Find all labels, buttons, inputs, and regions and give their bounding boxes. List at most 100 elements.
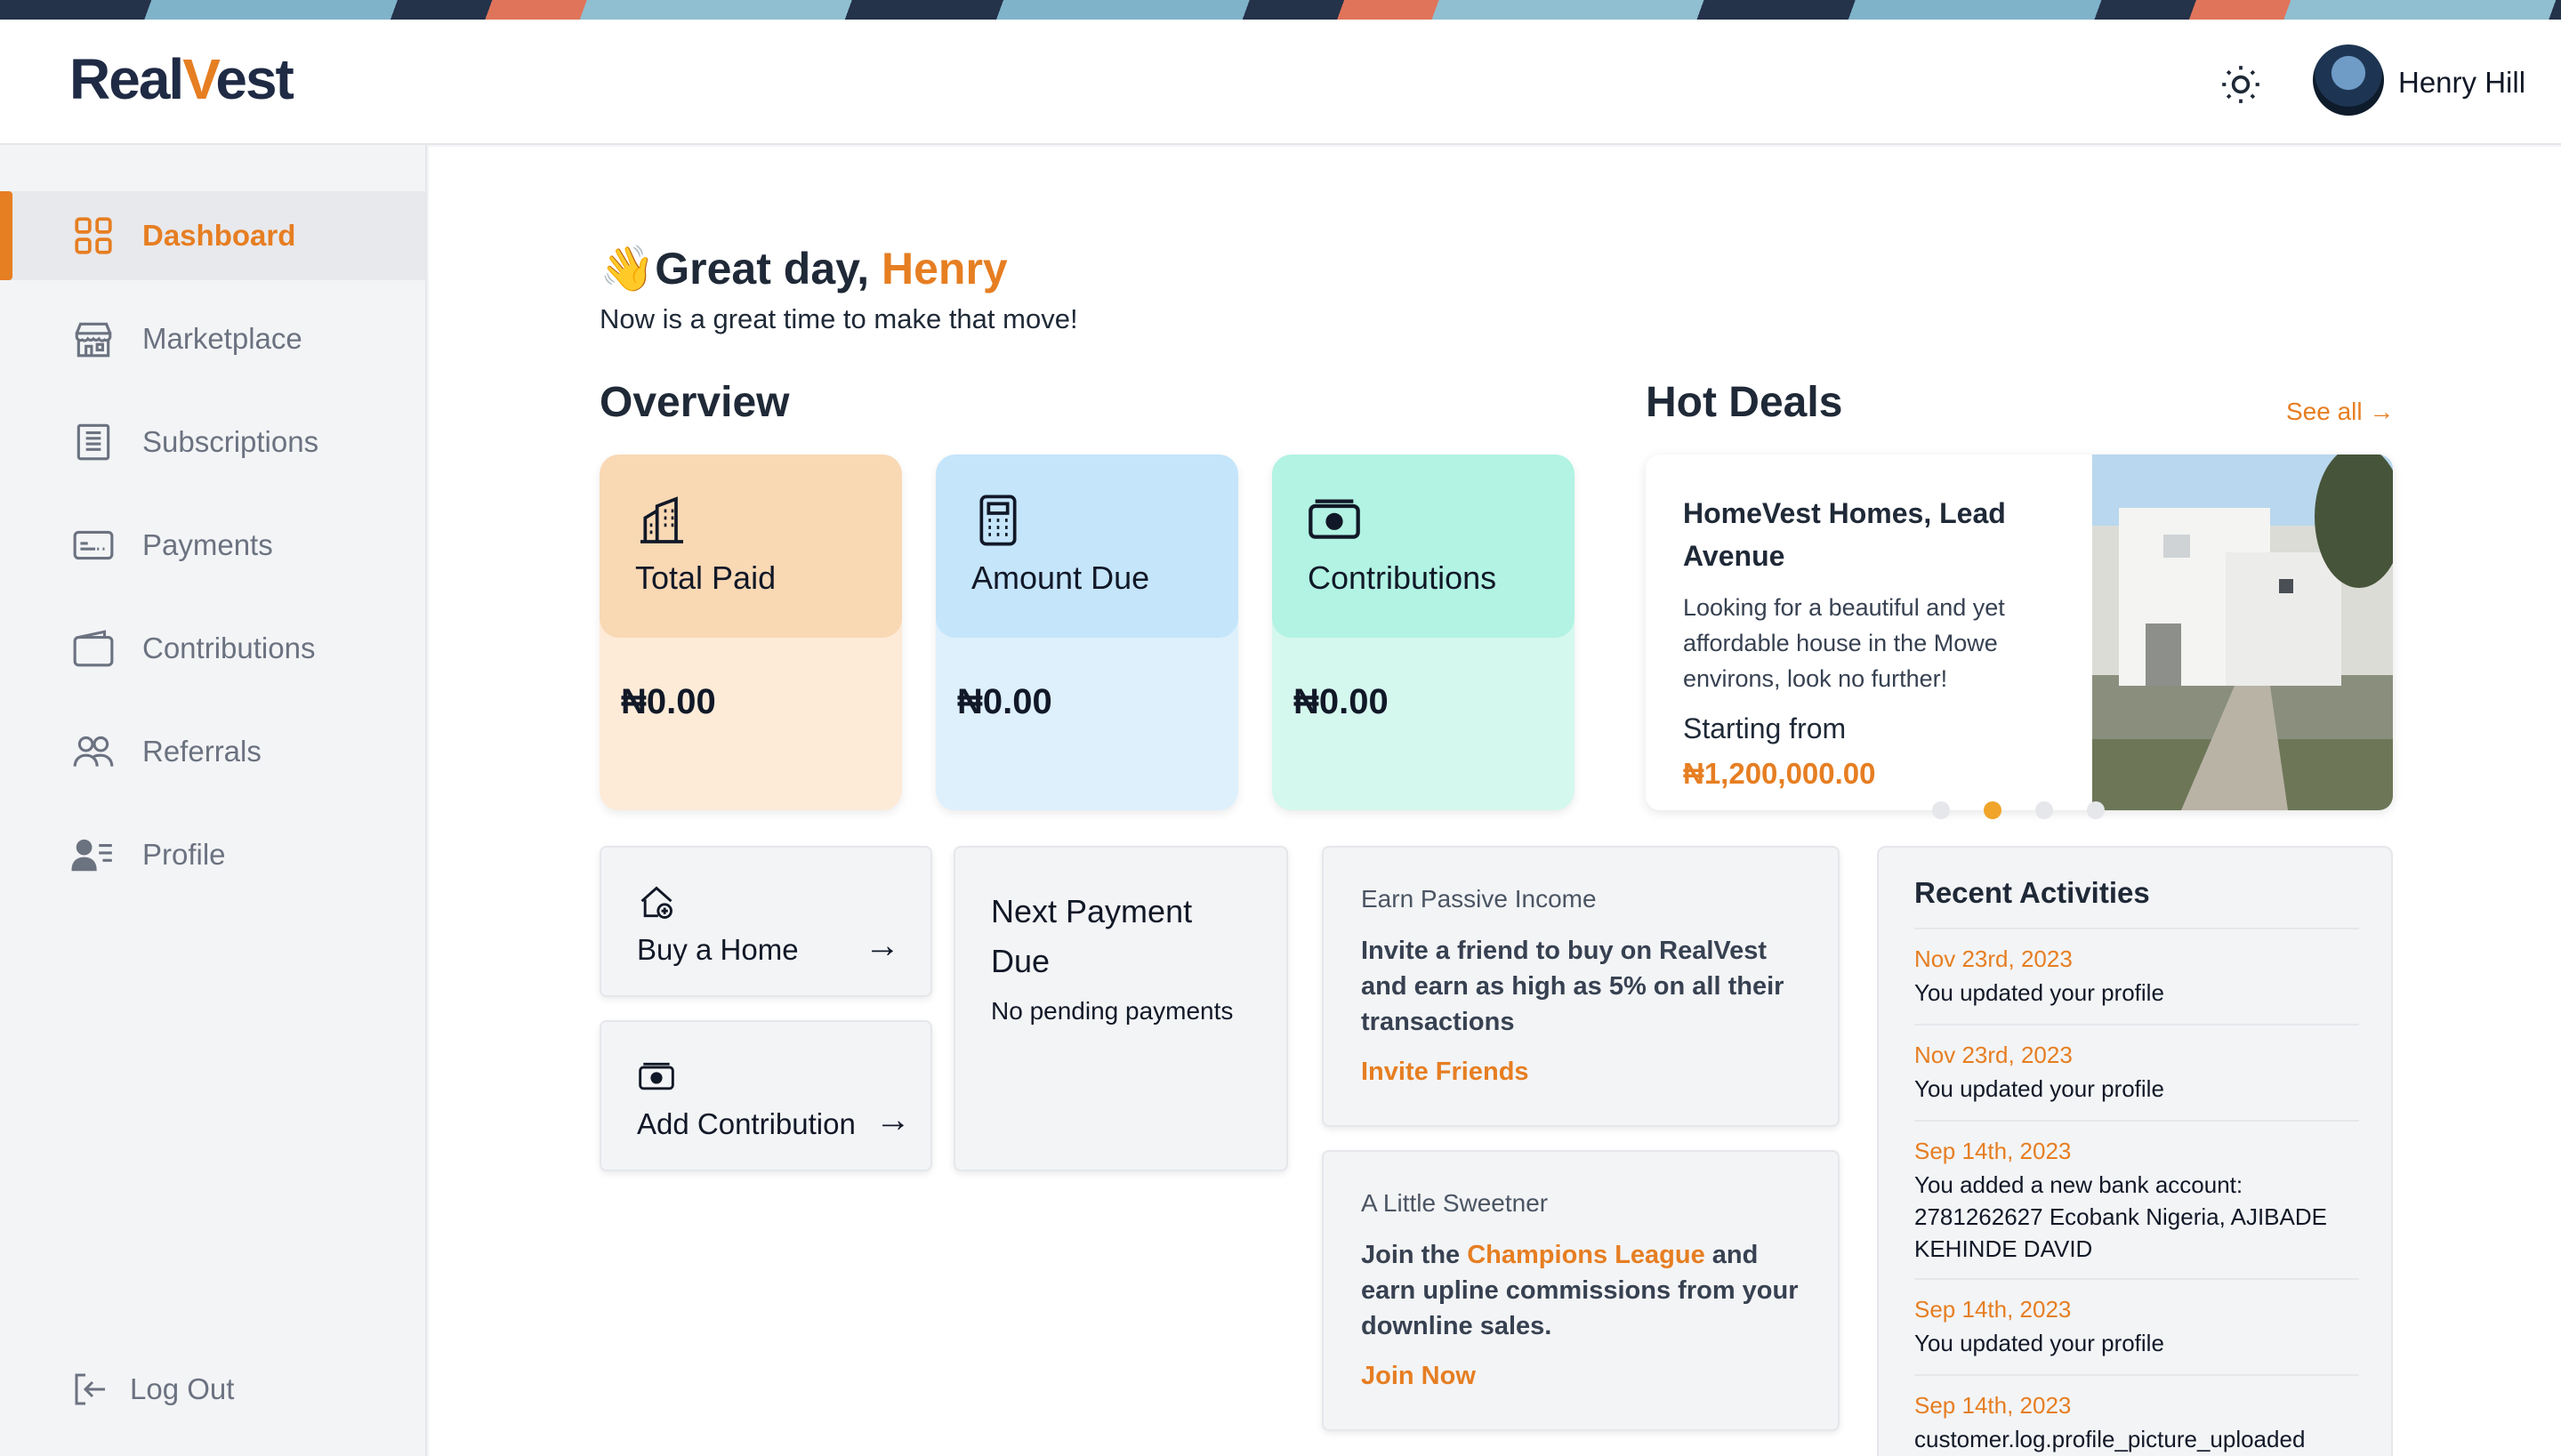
cash-icon <box>639 1062 674 1090</box>
recent-activities-title: Recent Activities <box>1914 876 2150 909</box>
main-content: 👋Great day, Henry Now is a great time to… <box>429 147 2561 1456</box>
sidebar-item-subscriptions[interactable]: Subscriptions <box>0 398 425 487</box>
waving-hand-icon: 👋 <box>600 244 656 294</box>
card-label: Total Paid <box>635 559 777 596</box>
sidebar-item-label: Contributions <box>142 631 316 664</box>
logout-label: Log Out <box>130 1372 235 1405</box>
carousel-dots <box>1932 801 2105 819</box>
house-illustration <box>2119 454 2393 810</box>
overview-title: Overview <box>600 379 790 426</box>
activity-date: Sep 14th, 2023 <box>1914 1392 2072 1419</box>
users-icon <box>73 736 114 767</box>
sidebar-item-payments[interactable]: Payments <box>0 501 425 590</box>
card-header: Amount Due <box>936 454 1238 638</box>
sidebar-item-label: Profile <box>142 838 226 871</box>
next-payment-card: Next Payment Due No pending payments <box>954 846 1288 1171</box>
activity-message: customer.log.profile_picture_uploaded <box>1914 1426 2306 1452</box>
sidebar-item-label: Referrals <box>142 735 262 768</box>
card-label: Amount Due <box>971 559 1150 596</box>
sidebar-item-label: Subscriptions <box>142 425 319 458</box>
sweetener-label: A Little Sweetner <box>1361 1189 1549 1217</box>
logout-icon <box>75 1373 105 1405</box>
sidebar-item-referrals[interactable]: Referrals <box>0 707 425 796</box>
hot-deals-title: Hot Deals <box>1646 379 1843 426</box>
deal-title: HomeVest Homes, Lead Avenue <box>1683 497 2006 572</box>
sidebar-item-label: Dashboard <box>142 219 296 252</box>
profile-card-icon <box>71 839 112 872</box>
recent-activities-panel: Recent Activities Nov 23rd, 2023 You upd… <box>1877 846 2393 1456</box>
greeting-name: Henry <box>882 244 1008 294</box>
arrow-right-icon: → <box>875 1100 911 1139</box>
add-contribution-button[interactable]: Add Contribution → <box>600 1020 932 1171</box>
carousel-dot[interactable] <box>2035 801 2053 819</box>
activity-message: You updated your profile <box>1914 1075 2164 1102</box>
activity-item: Sep 14th, 2023 You updated your profile <box>1914 1278 2359 1359</box>
earn-income-card: Earn Passive Income Invite a friend to b… <box>1322 846 1840 1127</box>
activity-item: Nov 23rd, 2023 You updated your profile <box>1914 1024 2359 1105</box>
user-avatar[interactable] <box>2313 44 2384 116</box>
hot-deal-card[interactable]: HomeVest Homes, Lead Avenue Looking for … <box>1646 454 2393 810</box>
champions-league-highlight: Champions League <box>1467 1241 1705 1269</box>
logout-button[interactable]: Log Out <box>69 1368 234 1411</box>
buy-home-button[interactable]: Buy a Home → <box>600 846 932 997</box>
deal-starting-label: Starting from <box>1683 712 1847 744</box>
theme-toggle-sun-icon[interactable] <box>2219 62 2263 107</box>
activity-message: You updated your profile <box>1914 1330 2164 1356</box>
sidebar-item-marketplace[interactable]: Marketplace <box>0 294 425 383</box>
earn-body: Invite a friend to buy on RealVest and e… <box>1361 937 1784 1036</box>
wallet-icon <box>73 630 114 667</box>
total-paid-card[interactable]: Total Paid ₦0.00 <box>600 454 902 810</box>
top-bar: RealVest Henry Hill <box>0 20 2561 145</box>
top-decorative-stripe <box>0 0 2561 20</box>
sidebar-item-profile[interactable]: Profile <box>0 810 425 899</box>
sidebar-item-contributions[interactable]: Contributions <box>0 604 425 693</box>
sweetener-card: A Little Sweetner Join the Champions Lea… <box>1322 1150 1840 1431</box>
amount-due-card[interactable]: Amount Due ₦0.00 <box>936 454 1238 810</box>
carousel-dot-active[interactable] <box>1984 801 2001 819</box>
activity-message: You updated your profile <box>1914 979 2164 1006</box>
dashboard-grid-icon <box>75 217 112 254</box>
sidebar: Dashboard Marketplace Subscriptions Paym… <box>0 145 427 1456</box>
realvest-logo[interactable]: RealVest <box>69 46 294 112</box>
carousel-dot[interactable] <box>1932 801 1950 819</box>
activity-item: Nov 23rd, 2023 You updated your profile <box>1914 928 2359 1009</box>
arrow-right-icon: → <box>865 926 900 965</box>
receipt-icon <box>77 423 110 461</box>
card-amount: ₦0.00 <box>957 682 1052 721</box>
add-contribution-label: Add Contribution <box>637 1107 856 1140</box>
home-add-icon <box>640 886 672 919</box>
carousel-dot[interactable] <box>2087 801 2105 819</box>
contributions-card[interactable]: Contributions ₦0.00 <box>1272 454 1574 810</box>
join-now-link[interactable]: Join Now <box>1361 1362 1476 1391</box>
calculator-icon <box>979 495 1017 546</box>
card-label: Contributions <box>1308 559 1497 596</box>
buy-home-label: Buy a Home <box>637 933 799 966</box>
activity-date: Nov 23rd, 2023 <box>1914 945 2073 972</box>
payment-card-icon <box>73 530 114 560</box>
activity-date: Sep 14th, 2023 <box>1914 1138 2072 1164</box>
activity-message: You added a new bank account: 2781262627… <box>1914 1171 2327 1262</box>
see-all-link[interactable]: See all → <box>2286 398 2394 426</box>
greeting-heading: 👋Great day, Henry <box>600 244 1008 294</box>
card-header: Contributions <box>1272 454 1574 638</box>
earn-label: Earn Passive Income <box>1361 885 1597 913</box>
activity-item: Sep 14th, 2023 customer.log.profile_pict… <box>1914 1374 2359 1455</box>
next-payment-status: No pending payments <box>991 997 1234 1025</box>
user-name[interactable]: Henry Hill <box>2398 66 2525 100</box>
deal-house-image <box>2092 454 2393 810</box>
building-icon <box>640 496 683 543</box>
greeting-subtitle: Now is a great time to make that move! <box>600 303 1078 334</box>
deal-description: Looking for a beautiful and yet affordab… <box>1683 594 2005 692</box>
activity-item: Sep 14th, 2023 You added a new bank acco… <box>1914 1120 2359 1265</box>
next-payment-title: Next Payment Due <box>991 893 1193 979</box>
card-amount: ₦0.00 <box>1293 682 1389 721</box>
sidebar-item-label: Payments <box>142 528 273 561</box>
invite-friends-link[interactable]: Invite Friends <box>1361 1058 1529 1087</box>
sidebar-item-dashboard[interactable]: Dashboard <box>0 191 425 280</box>
card-amount: ₦0.00 <box>621 682 716 721</box>
activity-date: Nov 23rd, 2023 <box>1914 1042 2073 1068</box>
storefront-icon <box>75 322 112 358</box>
cash-icon <box>1309 499 1360 539</box>
card-header: Total Paid <box>600 454 902 638</box>
activity-date: Sep 14th, 2023 <box>1914 1296 2072 1323</box>
